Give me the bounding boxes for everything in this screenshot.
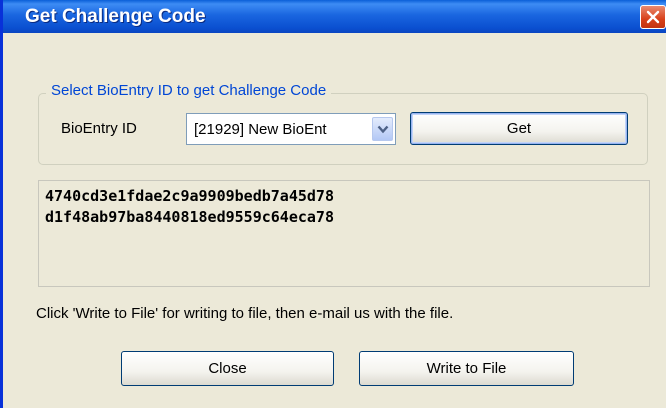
get-button[interactable]: Get [410,112,628,145]
bioentry-id-select[interactable]: [21929] New BioEnt [186,113,396,145]
close-button-label: Close [208,360,247,377]
window-title: Get Challenge Code [25,6,206,27]
write-to-file-label: Write to File [426,360,507,377]
title-bar[interactable]: Get Challenge Code [3,0,666,33]
bioentry-id-label: BioEntry ID [61,120,137,137]
instruction-text: Click 'Write to File' for writing to fil… [36,305,454,322]
code-line-2: d1f48ab97ba8440818ed9559c64eca78 [45,208,334,226]
close-icon [646,10,660,24]
chevron-down-icon [377,125,389,134]
dropdown-button[interactable] [372,117,393,141]
write-to-file-button[interactable]: Write to File [359,351,574,386]
get-button-label: Get [506,120,532,137]
close-window-button[interactable] [640,5,666,29]
code-line-1: 4740cd3e1fdae2c9a9909bedb7a45d78 [45,187,334,205]
close-button[interactable]: Close [121,351,334,386]
challenge-code-box[interactable]: 4740cd3e1fdae2c9a9909bedb7a45d78 d1f48ab… [38,180,650,287]
bioentry-id-value: [21929] New BioEnt [194,121,327,138]
group-legend: Select BioEntry ID to get Challenge Code [46,82,332,99]
challenge-code-dialog: Get Challenge Code Select BioEntry ID to… [0,0,666,408]
